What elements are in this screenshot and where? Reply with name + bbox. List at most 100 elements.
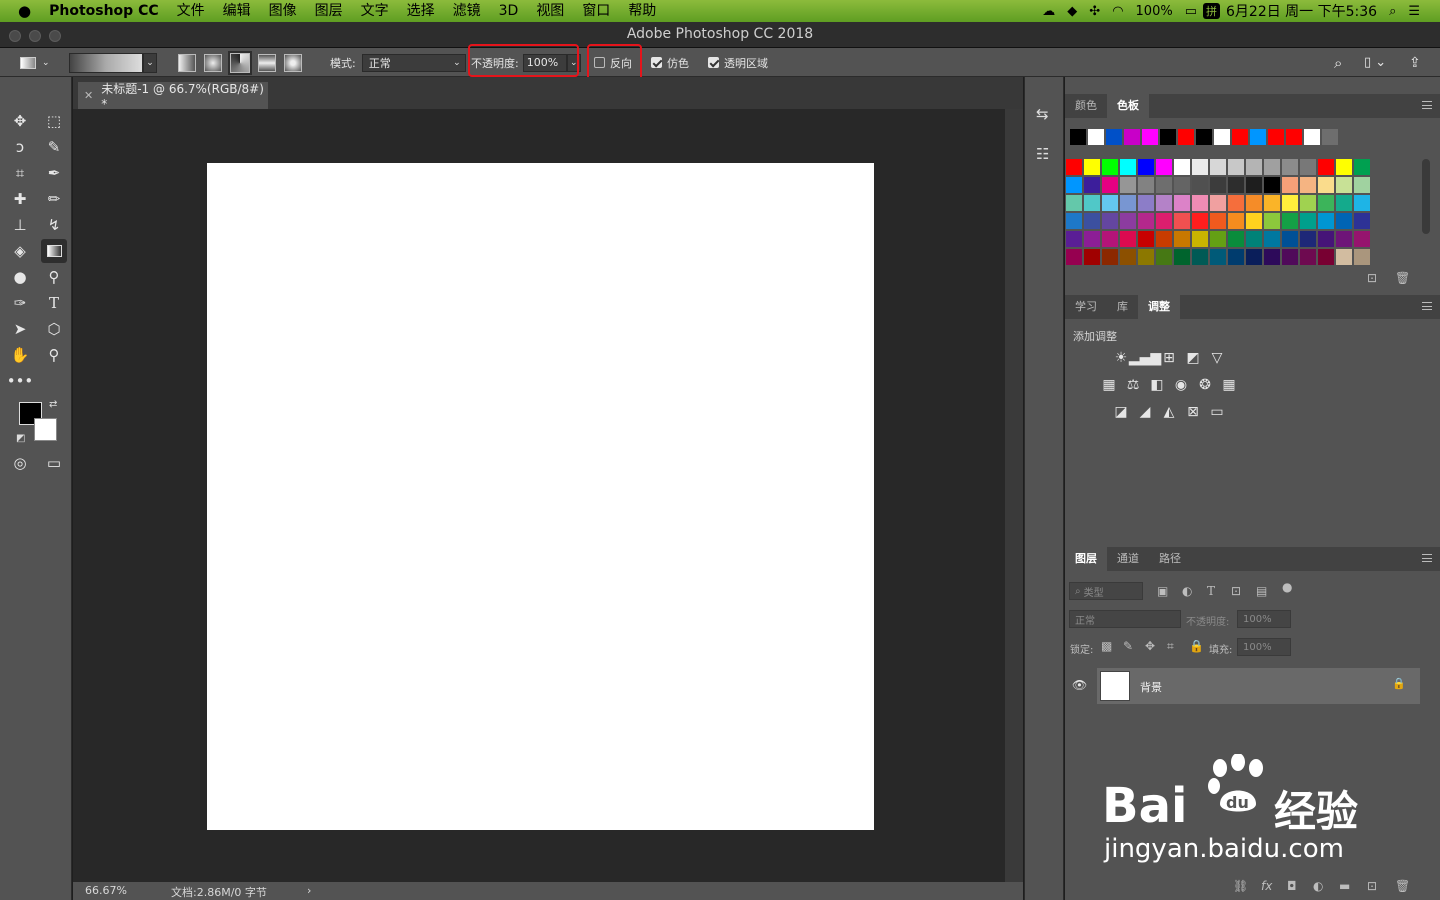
photo-filter-icon[interactable]: ◉ <box>1171 375 1191 395</box>
path-selection-tool-icon[interactable]: ➤ <box>7 317 33 341</box>
swatch[interactable] <box>1066 213 1082 229</box>
transparency-checkbox-box[interactable] <box>708 57 719 68</box>
swatch[interactable] <box>1138 231 1154 247</box>
tab-paths[interactable]: 路径 <box>1149 547 1191 571</box>
type-tool-icon[interactable]: T <box>41 291 67 315</box>
swatch[interactable] <box>1354 231 1370 247</box>
menu-help[interactable]: 帮助 <box>619 0 665 22</box>
swatch[interactable] <box>1336 249 1352 265</box>
document-canvas[interactable] <box>207 163 874 830</box>
menu-type[interactable]: 文字 <box>352 0 398 22</box>
history-panel-icon[interactable]: ⇆ <box>1036 105 1049 123</box>
blend-mode-select[interactable]: 正常 <box>1069 610 1181 628</box>
menu-edit[interactable]: 编辑 <box>214 0 260 22</box>
document-tab[interactable]: ✕ 未标题-1 @ 66.7%(RGB/8#) * <box>78 82 268 111</box>
recent-swatch[interactable] <box>1250 129 1266 145</box>
gradient-map-icon[interactable]: ▭ <box>1207 402 1227 422</box>
black-white-icon[interactable]: ◧ <box>1147 375 1167 395</box>
tab-color[interactable]: 颜色 <box>1065 94 1107 118</box>
color-lookup-icon[interactable]: ▦ <box>1219 375 1239 395</box>
swatch[interactable] <box>1102 213 1118 229</box>
workspace-switcher-icon[interactable]: ▯ ⌄ <box>1364 48 1386 77</box>
swatch[interactable] <box>1066 195 1082 211</box>
quick-mask-icon[interactable]: ◎ <box>7 451 33 475</box>
swatch[interactable] <box>1264 195 1280 211</box>
swatch[interactable] <box>1102 231 1118 247</box>
eyedropper-tool-icon[interactable]: ✒ <box>41 161 67 185</box>
mode-select[interactable]: 正常 ⌄ <box>361 53 466 72</box>
recent-swatch[interactable] <box>1088 129 1104 145</box>
quick-selection-tool-icon[interactable]: ✎ <box>41 135 67 159</box>
swatch[interactable] <box>1354 195 1370 211</box>
properties-panel-icon[interactable]: ☷ <box>1036 145 1049 163</box>
recent-swatch[interactable] <box>1142 129 1158 145</box>
lock-all-icon[interactable]: 🔒 <box>1189 639 1204 653</box>
wifi-icon[interactable]: ◠ <box>1106 4 1129 19</box>
swatch[interactable] <box>1066 231 1082 247</box>
swatch[interactable] <box>1336 213 1352 229</box>
lasso-tool-icon[interactable]: ↄ <box>7 135 33 159</box>
menu-select[interactable]: 选择 <box>398 0 444 22</box>
swatch[interactable] <box>1156 213 1172 229</box>
selective-color-icon[interactable]: ⊠ <box>1183 402 1203 422</box>
vibrance-icon[interactable]: ▽ <box>1207 348 1227 368</box>
tab-layers[interactable]: 图层 <box>1065 547 1107 571</box>
recent-swatch[interactable] <box>1214 129 1230 145</box>
notification-center-icon[interactable]: ☰ <box>1402 4 1440 19</box>
swatch[interactable] <box>1336 231 1352 247</box>
recent-swatch[interactable] <box>1304 129 1320 145</box>
swatch[interactable] <box>1336 177 1352 193</box>
tab-learn[interactable]: 学习 <box>1065 295 1107 319</box>
swatch[interactable] <box>1300 177 1316 193</box>
swatch[interactable] <box>1228 159 1244 175</box>
swatch[interactable] <box>1174 231 1190 247</box>
lock-pixels-icon[interactable]: ✎ <box>1123 639 1133 653</box>
hand-tool-icon[interactable]: ✋ <box>7 343 33 367</box>
swatch[interactable] <box>1318 177 1334 193</box>
swatch[interactable] <box>1354 249 1370 265</box>
close-tab-icon[interactable]: ✕ <box>84 89 93 102</box>
recent-swatch[interactable] <box>1070 129 1086 145</box>
swatch[interactable] <box>1174 177 1190 193</box>
network-icon[interactable]: ✣ <box>1083 4 1106 19</box>
swatch[interactable] <box>1282 231 1298 247</box>
swatch[interactable] <box>1066 159 1082 175</box>
tool-preset-picker[interactable]: ⌄ <box>20 48 50 77</box>
threshold-icon[interactable]: ◭ <box>1159 402 1179 422</box>
swatch[interactable] <box>1282 195 1298 211</box>
levels-icon[interactable]: ▂▄▆ <box>1129 348 1161 368</box>
layer-filter-select[interactable]: ⌕ 类型 <box>1069 582 1143 600</box>
swatch[interactable] <box>1066 177 1082 193</box>
crop-tool-icon[interactable]: ⌗ <box>7 161 33 185</box>
swatch[interactable] <box>1264 213 1280 229</box>
recent-swatch[interactable] <box>1124 129 1140 145</box>
screen-mode-icon[interactable]: ▭ <box>41 451 67 475</box>
swatch[interactable] <box>1102 177 1118 193</box>
swatch[interactable] <box>1228 195 1244 211</box>
swatch[interactable] <box>1318 249 1334 265</box>
new-layer-icon[interactable]: ⊡ <box>1367 879 1377 893</box>
swatch[interactable] <box>1192 177 1208 193</box>
brush-tool-icon[interactable]: ✏ <box>41 187 67 211</box>
menu-3d[interactable]: 3D <box>490 0 528 22</box>
swatch[interactable] <box>1210 213 1226 229</box>
swatch[interactable] <box>1300 195 1316 211</box>
menu-filter[interactable]: 滤镜 <box>444 0 490 22</box>
swatches-scrollbar[interactable] <box>1422 159 1430 234</box>
swatch[interactable] <box>1066 249 1082 265</box>
layer-opacity-input[interactable]: 100% <box>1237 610 1291 628</box>
dither-checkbox-box[interactable] <box>651 57 662 68</box>
swatch[interactable] <box>1246 177 1262 193</box>
swatch[interactable] <box>1210 249 1226 265</box>
canvas-scrollbar[interactable] <box>1005 109 1023 882</box>
clock[interactable]: 6月22日 周一 下午5:36 <box>1220 1 1383 21</box>
search-icon[interactable]: ⌕ <box>1334 48 1342 77</box>
battery-level[interactable]: 100% <box>1130 4 1179 19</box>
curves-icon[interactable]: ⊞ <box>1159 348 1179 368</box>
recent-swatch[interactable] <box>1268 129 1284 145</box>
recent-swatch[interactable] <box>1286 129 1302 145</box>
swatch[interactable] <box>1156 231 1172 247</box>
blur-tool-icon[interactable]: ● <box>7 265 33 289</box>
link-layers-icon[interactable]: ⛓ <box>1233 879 1248 893</box>
qq-icon[interactable]: ◆ <box>1061 4 1083 19</box>
